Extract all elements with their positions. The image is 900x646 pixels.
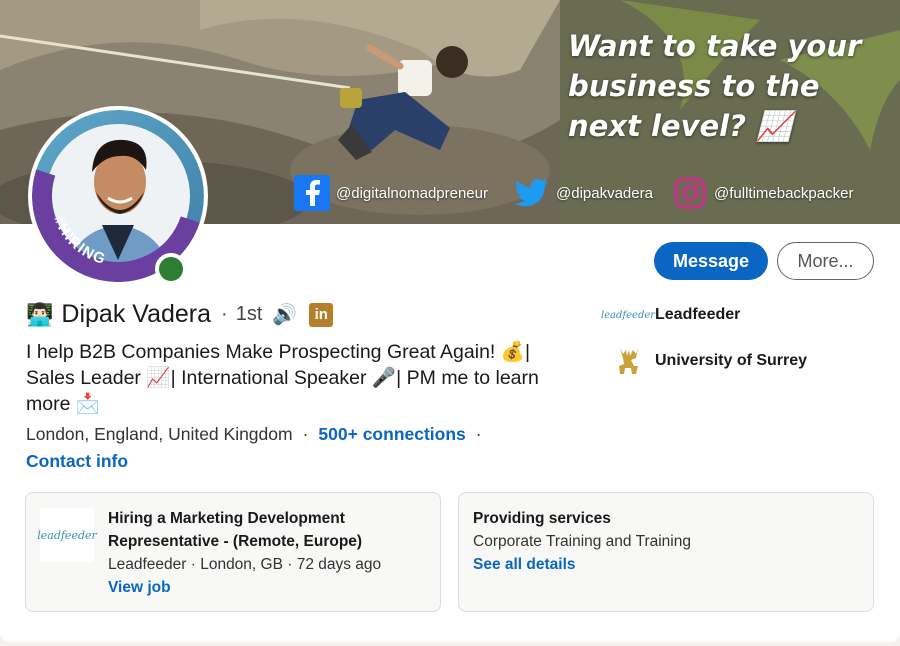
- profile-name: Dipak Vadera: [61, 300, 212, 328]
- social-facebook: @digitalnomadpreneur: [294, 175, 488, 211]
- dot-separator: ·: [302, 424, 309, 444]
- hiring-meta: Leadfeeder · London, GB · 72 days ago: [108, 556, 382, 573]
- instagram-icon: [672, 175, 708, 211]
- education-surrey[interactable]: University of Surrey: [611, 344, 807, 378]
- online-status-indicator: [155, 253, 187, 285]
- dot-separator-2: ·: [475, 424, 482, 444]
- message-button[interactable]: Message: [654, 242, 768, 280]
- banner-tagline: Want to take your business to the next l…: [568, 29, 862, 143]
- hiring-frame-text: #HIRING: [50, 213, 107, 268]
- contact-info-link[interactable]: Contact info: [26, 451, 128, 472]
- view-job-link[interactable]: View job: [108, 576, 428, 599]
- degree-separator: ·: [221, 303, 228, 325]
- company-name: Leadfeeder: [655, 306, 741, 323]
- instagram-handle: @fulltimebackpacker: [714, 184, 854, 202]
- stag-icon: [611, 344, 645, 378]
- linkedin-premium-badge: in: [309, 302, 334, 327]
- profile-headline: I help B2B Companies Make Prospecting Gr…: [26, 341, 539, 415]
- twitter-icon: [514, 175, 550, 211]
- leadfeeder-logo: leadfeeder: [37, 508, 97, 562]
- facebook-icon: [294, 175, 330, 211]
- location-row: London, England, United Kingdom · 500+ c…: [26, 424, 482, 445]
- connections-link[interactable]: 500+ connections: [318, 424, 465, 445]
- speaker-icon[interactable]: 🔊: [272, 302, 297, 327]
- services-items: Corporate Training and Training: [473, 533, 691, 550]
- hiring-details: Hiring a Marketing Development Represent…: [108, 507, 428, 599]
- hiring-title: Hiring a Marketing Development Represent…: [108, 510, 363, 550]
- svg-text:#HIRING: #HIRING: [50, 213, 108, 268]
- profile-name-row: 👨🏻‍💻 Dipak Vadera · 1st 🔊 in: [26, 300, 334, 329]
- services-details: Providing services Corporate Training an…: [473, 507, 853, 576]
- social-twitter: @dipakvadera: [514, 175, 653, 211]
- company-leadfeeder[interactable]: leadfeeder Leadfeeder: [600, 298, 741, 332]
- social-instagram: @fulltimebackpacker: [672, 175, 853, 211]
- leadfeeder-logo: leadfeeder: [600, 309, 656, 321]
- connection-degree: 1st: [235, 303, 263, 325]
- more-button[interactable]: More...: [777, 242, 874, 280]
- services-card[interactable]: Providing services Corporate Training an…: [458, 492, 874, 612]
- services-title: Providing services: [473, 510, 611, 527]
- profile-card: Want to take your business to the next l…: [0, 0, 900, 642]
- location-text: London, England, United Kingdom: [26, 424, 293, 444]
- facebook-handle: @digitalnomadpreneur: [336, 184, 488, 202]
- hiring-card[interactable]: leadfeeder Hiring a Marketing Developmen…: [25, 492, 441, 612]
- technologist-emoji: 👨🏻‍💻: [26, 301, 54, 327]
- school-name: University of Surrey: [655, 352, 808, 369]
- see-all-details-link[interactable]: See all details: [473, 553, 853, 576]
- twitter-handle: @dipakvadera: [556, 184, 653, 202]
